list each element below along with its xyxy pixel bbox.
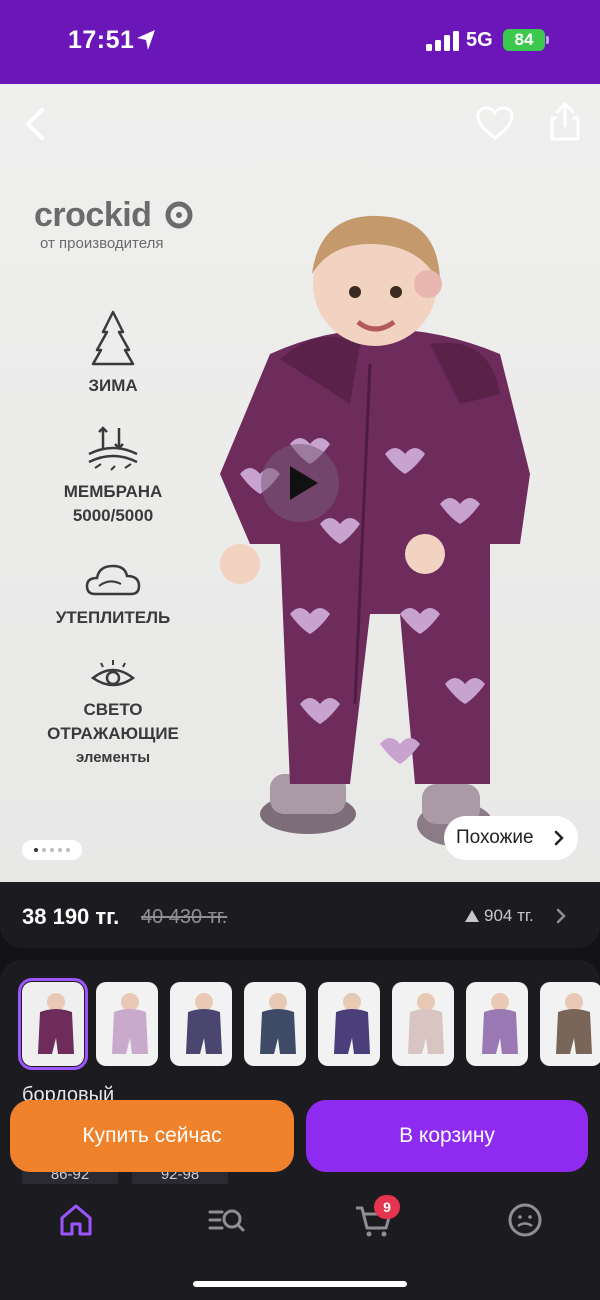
status-bar: 17:51 5G 84 bbox=[0, 0, 600, 84]
play-video-button[interactable] bbox=[261, 444, 339, 522]
thumbnail-brown[interactable] bbox=[540, 982, 600, 1066]
buy-now-button[interactable]: Купить сейчас bbox=[10, 1100, 294, 1172]
battery-icon: 84 bbox=[503, 29, 545, 51]
current-price: 38 190 тг. bbox=[22, 904, 120, 929]
page-indicator bbox=[22, 840, 82, 860]
brand-subtitle: от производителя bbox=[40, 235, 164, 252]
thumbnail-lilac[interactable] bbox=[466, 982, 528, 1066]
feature-reflective: СВЕТО ОТРАЖАЮЩИЕ элементы bbox=[18, 658, 208, 770]
chevron-right-icon bbox=[556, 908, 566, 924]
thumbnail-navy-stars[interactable] bbox=[170, 982, 232, 1066]
back-arrow-icon[interactable] bbox=[20, 106, 52, 142]
feature-winter-label: ЗИМА bbox=[88, 376, 138, 395]
brand-logo-mark bbox=[165, 201, 193, 229]
signal-icon bbox=[426, 31, 459, 51]
catalog-search-icon[interactable] bbox=[206, 1200, 246, 1240]
heart-favorite-icon[interactable] bbox=[476, 106, 514, 142]
cloud-insulation-icon bbox=[85, 564, 141, 596]
feature-reflective-line3: элементы bbox=[75, 749, 151, 766]
feature-insulation: УТЕПЛИТЕЛЬ bbox=[18, 562, 208, 630]
chevron-right-icon bbox=[554, 830, 564, 846]
old-price: 40 430 тг. bbox=[141, 906, 228, 928]
membrane-icon bbox=[88, 426, 138, 471]
brand-logo: crockid bbox=[34, 196, 152, 234]
status-time: 17:51 bbox=[68, 26, 135, 54]
cart-count-badge: 9 bbox=[374, 1195, 400, 1219]
similar-products-button[interactable]: Похожие bbox=[444, 816, 578, 860]
feature-membrane-label: МЕМБРАНА bbox=[63, 482, 163, 501]
thumbnail-burgundy[interactable] bbox=[18, 978, 88, 1070]
battery-level: 84 bbox=[514, 30, 534, 49]
similar-label: Похожие bbox=[456, 827, 534, 848]
network-type: 5G bbox=[466, 29, 493, 51]
page-dot bbox=[66, 848, 70, 852]
page-dot bbox=[50, 848, 54, 852]
bonus-amount: 904 тг. bbox=[484, 906, 534, 925]
page-dot bbox=[58, 848, 62, 852]
home-indicator bbox=[193, 1281, 407, 1287]
thumbnail-indigo[interactable] bbox=[318, 982, 380, 1066]
thumbnail-dark-blue[interactable] bbox=[244, 982, 306, 1066]
home-icon[interactable] bbox=[56, 1200, 96, 1240]
color-thumbnails[interactable] bbox=[18, 978, 600, 1070]
battery-tip bbox=[546, 36, 549, 44]
feature-membrane: МЕМБРАНА 5000/5000 bbox=[18, 424, 208, 528]
thumbnail-beige[interactable] bbox=[392, 982, 454, 1066]
eye-icon bbox=[91, 660, 135, 687]
feature-winter: ЗИМА bbox=[18, 310, 208, 398]
profile-icon[interactable] bbox=[505, 1200, 545, 1240]
feature-reflective-line1: СВЕТО bbox=[83, 700, 143, 719]
page-dot bbox=[42, 848, 46, 852]
location-arrow-icon bbox=[137, 30, 155, 50]
add-to-cart-button[interactable]: В корзину bbox=[306, 1100, 588, 1172]
price-bar[interactable]: 38 190 тг. 40 430 тг. 904 тг. bbox=[0, 882, 600, 948]
feature-membrane-value: 5000/5000 bbox=[72, 506, 154, 525]
thumbnail-pink[interactable] bbox=[96, 982, 158, 1066]
feature-reflective-line2: ОТРАЖАЮЩИЕ bbox=[47, 724, 179, 743]
share-icon[interactable] bbox=[548, 102, 582, 142]
product-photo bbox=[220, 215, 530, 846]
product-image-gallery[interactable]: crockid от производителя ЗИМА МЕМБРАНА 5… bbox=[0, 84, 600, 882]
feature-insulation-label: УТЕПЛИТЕЛЬ bbox=[55, 608, 171, 627]
page-dot-active bbox=[34, 848, 38, 852]
snowflake-tree-icon bbox=[91, 310, 135, 366]
